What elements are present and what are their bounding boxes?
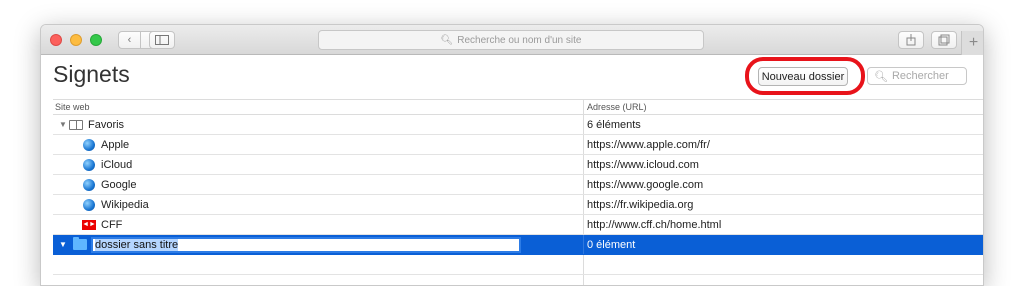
globe-icon xyxy=(83,178,95,191)
row-name: iCloud xyxy=(101,158,133,171)
cff-logo-icon: ◄► xyxy=(82,219,96,230)
row-url: https://www.google.com xyxy=(587,178,704,191)
globe-icon xyxy=(83,198,95,211)
row-url: https://www.icloud.com xyxy=(587,158,699,171)
table-row-selected[interactable]: ▼ dossier sans titre 0 élément xyxy=(53,235,983,255)
disclosure-triangle-icon[interactable]: ▼ xyxy=(59,120,69,129)
disclosure-triangle-icon[interactable]: ▼ xyxy=(59,240,69,249)
folder-name-input[interactable]: dossier sans titre xyxy=(91,236,521,253)
chevron-left-icon: ‹ xyxy=(127,34,132,46)
page-title: Signets xyxy=(53,61,130,87)
folder-icon xyxy=(73,237,87,250)
share-icon xyxy=(906,34,916,46)
globe-icon xyxy=(83,158,95,171)
folder-name-text: dossier sans titre xyxy=(95,238,179,251)
address-placeholder: Recherche ou nom d'un site xyxy=(457,34,582,46)
toolbar: ‹ › 🔍︎ Recherche ou nom d'un site + xyxy=(41,25,983,55)
search-placeholder: Rechercher xyxy=(891,70,949,82)
table-header: Site web Adresse (URL) xyxy=(53,99,983,115)
table-row[interactable]: Wikipedia https://fr.wikipedia.org xyxy=(53,195,983,215)
back-button[interactable]: ‹ xyxy=(119,32,140,48)
row-url: https://fr.wikipedia.org xyxy=(587,198,694,211)
table-row[interactable]: iCloud https://www.icloud.com xyxy=(53,155,983,175)
show-tabs-button[interactable] xyxy=(931,31,957,49)
row-url: http://www.cff.ch/home.html xyxy=(587,218,722,231)
row-url: https://www.apple.com/fr/ xyxy=(587,138,710,151)
close-window-button[interactable] xyxy=(50,34,62,46)
tabs-overview-icon xyxy=(938,34,950,46)
sidebar-icon xyxy=(155,35,169,45)
bookmarks-table: Site web Adresse (URL) ▼ Favoris 6 éléme… xyxy=(53,99,983,285)
new-folder-button[interactable]: Nouveau dossier xyxy=(758,67,848,86)
table-row-empty xyxy=(53,255,983,275)
new-tab-button[interactable]: + xyxy=(961,31,983,55)
row-name: Google xyxy=(101,178,137,191)
table-row[interactable]: ▼ Favoris 6 éléments xyxy=(53,115,983,135)
table-row[interactable]: Google https://www.google.com xyxy=(53,175,983,195)
table-row[interactable]: Apple https://www.apple.com/fr/ xyxy=(53,135,983,155)
zoom-window-button[interactable] xyxy=(90,34,102,46)
safari-window: ‹ › 🔍︎ Recherche ou nom d'un site + Sign… xyxy=(40,24,984,286)
globe-icon xyxy=(83,138,95,151)
table-row[interactable]: ◄► CFF http://www.cff.ch/home.html xyxy=(53,215,983,235)
row-name: Wikipedia xyxy=(101,198,149,211)
row-name: Apple xyxy=(101,138,130,151)
minimize-window-button[interactable] xyxy=(70,34,82,46)
address-bar[interactable]: 🔍︎ Recherche ou nom d'un site xyxy=(318,30,704,50)
plus-icon: + xyxy=(968,34,979,51)
row-url: 6 éléments xyxy=(587,118,641,131)
search-icon: 🔍︎ xyxy=(874,70,888,83)
sidebar-toggle-button[interactable] xyxy=(149,31,175,49)
row-name: Favoris xyxy=(88,118,125,131)
row-url: 0 élément xyxy=(587,238,636,251)
column-header-site[interactable]: Site web xyxy=(53,100,584,114)
column-header-url[interactable]: Adresse (URL) xyxy=(584,100,983,114)
row-name: CFF xyxy=(101,218,123,231)
share-button[interactable] xyxy=(898,31,924,49)
book-icon xyxy=(69,119,83,130)
search-icon: 🔍︎ xyxy=(440,34,454,46)
bookmarks-search-input[interactable]: 🔍︎ Rechercher xyxy=(867,67,967,85)
